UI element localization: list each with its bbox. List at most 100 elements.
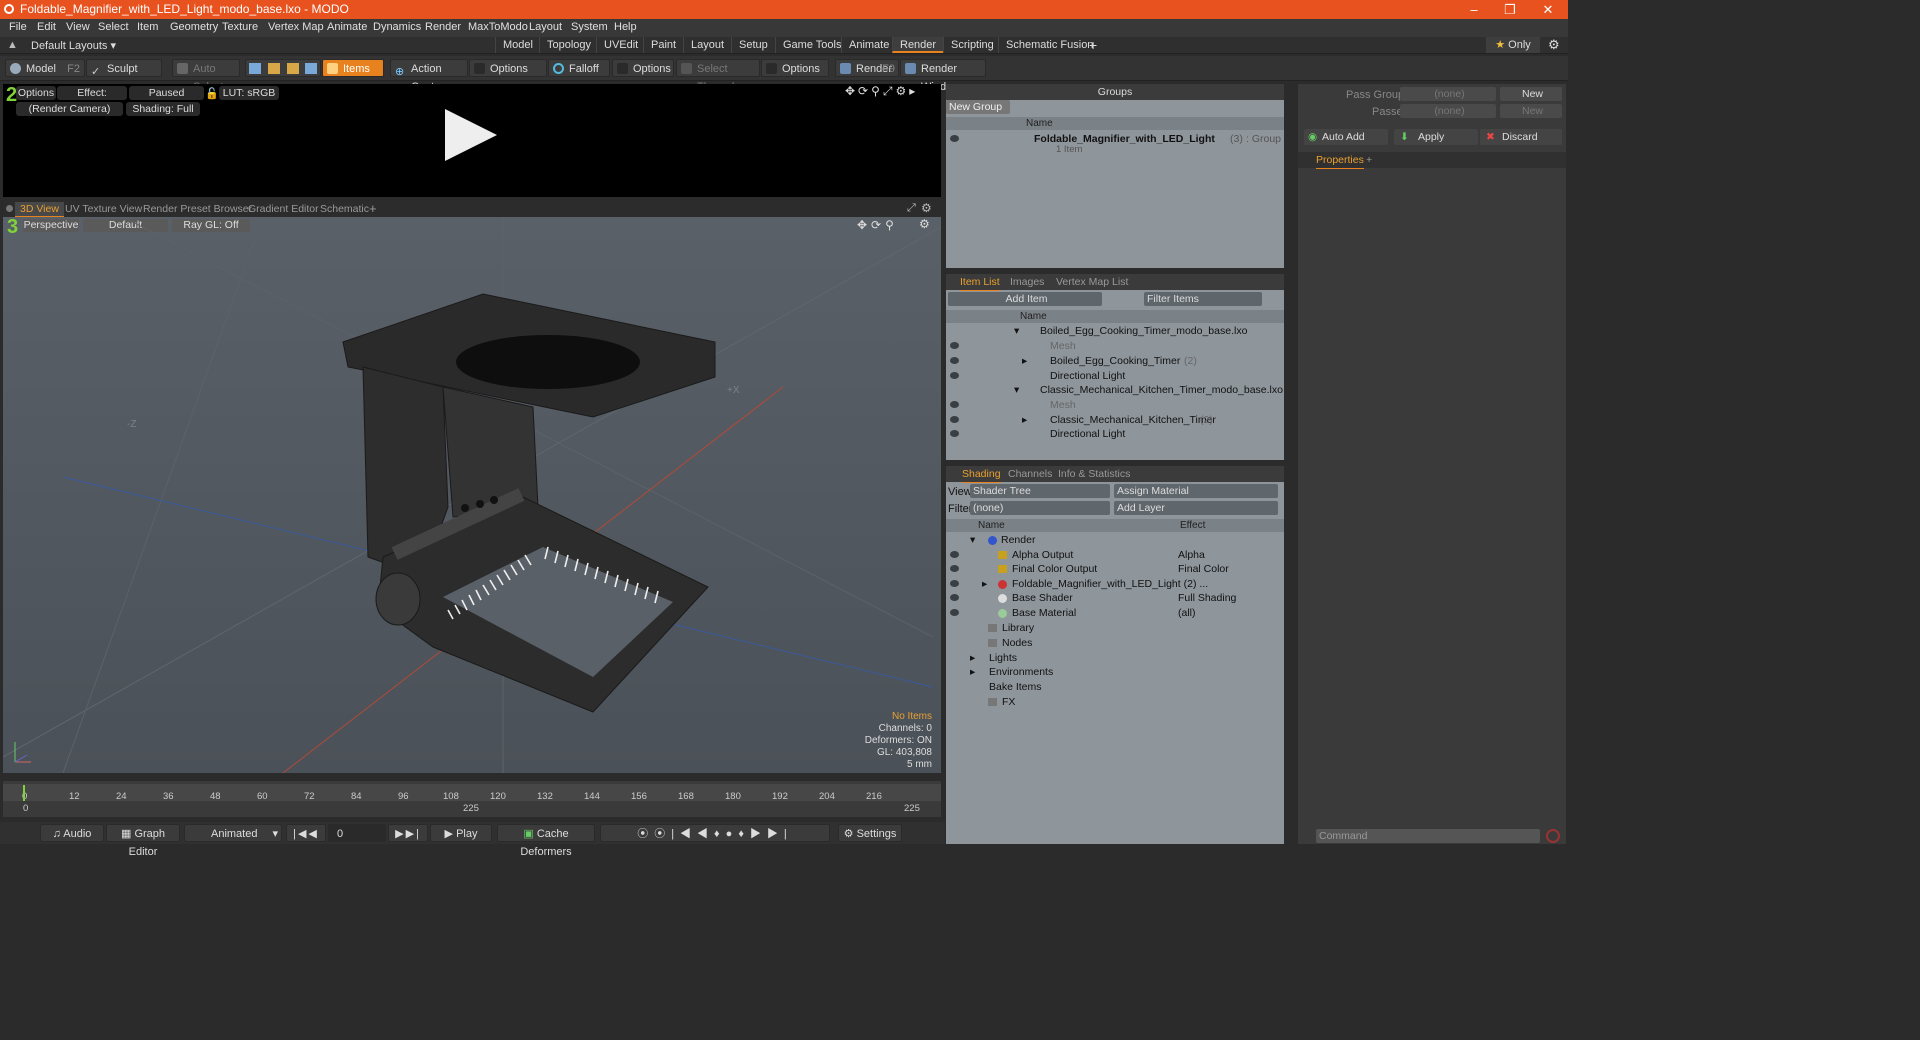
close-icon[interactable]: ✕ <box>1530 0 1566 19</box>
selection-mode-group[interactable] <box>245 59 321 77</box>
select-through-button[interactable]: Select Through <box>676 59 760 93</box>
visibility-eye-icon[interactable] <box>950 135 959 142</box>
new-pass-group-button[interactable]: New <box>1500 87 1562 101</box>
falloff-options-button[interactable]: Options <box>612 59 674 77</box>
sculpt-button[interactable]: ✓ Sculpt <box>86 59 162 78</box>
tab-layout[interactable]: Layout <box>683 37 731 53</box>
command-input[interactable]: Command <box>1316 829 1540 843</box>
add-tab-icon[interactable]: + <box>1089 37 1097 53</box>
menu-vertex-map[interactable]: Vertex Map <box>268 21 324 33</box>
menu-edit[interactable]: Edit <box>37 21 56 33</box>
discard-button[interactable]: ✖ Discard <box>1480 129 1562 145</box>
timeline[interactable]: 0 12 24 36 48 60 72 84 96 108 120 132 14… <box>3 781 941 817</box>
action-center-options-button[interactable]: Options <box>469 59 547 77</box>
tab-setup[interactable]: Setup <box>731 37 775 53</box>
play-icon[interactable] <box>443 107 499 163</box>
menu-geometry[interactable]: Geometry <box>170 21 218 33</box>
effect-dropdown[interactable]: Effect: (Shadi... <box>57 86 127 113</box>
assign-material-button[interactable]: Assign Material <box>1114 484 1278 498</box>
shader-row[interactable]: Alpha Output Alpha <box>946 548 1284 562</box>
audio-button[interactable]: ♫ Audio <box>40 824 104 842</box>
tab-item-list[interactable]: Item List <box>960 274 1000 291</box>
tab-properties[interactable]: Properties <box>1316 152 1364 169</box>
list-item[interactable]: ▸ Boiled_Egg_Cooking_Timer (2) <box>946 354 1284 368</box>
render-window-button[interactable]: Render Window <box>900 59 986 93</box>
tab-channels[interactable]: Channels <box>1008 466 1052 482</box>
filter-dropdown[interactable]: (none) <box>970 501 1110 515</box>
skip-back-buttons[interactable]: |◀◀ <box>286 824 326 842</box>
edge-mode-icon[interactable] <box>268 63 280 74</box>
shader-row[interactable]: Final Color Output Final Color <box>946 562 1284 576</box>
minimize-icon[interactable]: – <box>1456 0 1492 19</box>
menu-dynamics[interactable]: Dynamics <box>373 21 421 33</box>
play-button[interactable]: ▶ Play <box>430 824 492 842</box>
menu-system[interactable]: System <box>571 21 608 33</box>
menu-file[interactable]: File <box>9 21 27 33</box>
camera-dropdown[interactable]: (Render Camera) <box>16 102 123 116</box>
view-dropdown[interactable]: Shader Tree <box>970 484 1110 498</box>
tab-topology[interactable]: Topology <box>539 37 598 53</box>
passes-dropdown[interactable]: (none) <box>1400 104 1496 118</box>
list-item[interactable]: Directional Light <box>946 369 1284 383</box>
group-row[interactable]: Foldable_Magnifier_with_LED_Light (3) : … <box>946 132 1284 156</box>
playhead[interactable] <box>23 785 25 801</box>
list-item[interactable]: ▾ Classic_Mechanical_Kitchen_Timer_modo_b… <box>946 383 1284 397</box>
render-preview[interactable]: 2 Options Effect: (Shadi... Paused 🔓 LUT… <box>3 84 941 197</box>
list-item[interactable]: Mesh <box>946 398 1284 412</box>
tab-info-statistics[interactable]: Info & Statistics <box>1058 466 1130 482</box>
paused-button[interactable]: Paused <box>129 86 204 100</box>
record-icon[interactable] <box>1546 829 1560 843</box>
settings-button[interactable]: ⚙ Settings <box>838 824 902 842</box>
list-item[interactable]: Directional Light <box>946 427 1284 441</box>
lock-icon[interactable]: 🔓 <box>205 87 219 100</box>
tab-3d-view[interactable]: 3D View <box>15 202 64 217</box>
only-toggle[interactable]: ★ Only <box>1486 37 1540 53</box>
vertex-mode-icon[interactable] <box>249 63 261 74</box>
shader-row[interactable]: ▾ Render <box>946 533 1284 547</box>
animated-dropdown[interactable]: Animated ▾ <box>184 824 282 842</box>
shader-row[interactable]: Base Material (all) <box>946 606 1284 620</box>
tab-render[interactable]: Render <box>892 37 944 53</box>
add-tab-icon[interactable]: + <box>369 201 377 216</box>
menu-select[interactable]: Select <box>98 21 129 33</box>
tab-model[interactable]: Model <box>495 37 540 53</box>
shader-row[interactable]: Nodes <box>946 636 1284 650</box>
menu-item[interactable]: Item <box>137 21 158 33</box>
list-item[interactable]: Mesh <box>946 339 1284 353</box>
shader-row[interactable]: ▸ Foldable_Magnifier_with_LED_Light (2) .… <box>946 577 1284 591</box>
frame-input[interactable]: 0 <box>328 824 386 842</box>
add-item-button[interactable]: Add Item <box>948 292 1102 306</box>
new-pass-button[interactable]: New <box>1500 104 1562 118</box>
menu-render[interactable]: Render <box>425 21 461 33</box>
menu-layout[interactable]: Layout <box>529 21 562 33</box>
tab-render-preset-browser[interactable]: Render Preset Browser <box>138 202 257 217</box>
add-tab-icon[interactable]: + <box>1366 152 1372 168</box>
skip-forward-buttons[interactable]: ▶▶| <box>388 824 428 842</box>
tab-scripting[interactable]: Scripting <box>943 37 1001 53</box>
menu-help[interactable]: Help <box>614 21 637 33</box>
shader-row[interactable]: ▸ Environments <box>946 665 1284 679</box>
options-button[interactable]: Options <box>16 86 56 100</box>
falloff-button[interactable]: Falloff <box>548 59 610 77</box>
shader-row[interactable]: Bake Items <box>946 680 1284 694</box>
shader-row[interactable]: Library <box>946 621 1284 635</box>
panel-menu-icon[interactable] <box>6 205 13 212</box>
render-view-controls[interactable]: ✥⟳⚲⤢⚙▸ <box>845 84 918 99</box>
tab-game-tools[interactable]: Game Tools <box>775 37 849 53</box>
list-item[interactable]: ▾ Boiled_Egg_Cooking_Timer_modo_base.lxo <box>946 324 1284 338</box>
tab-gradient-editor[interactable]: Gradient Editor <box>243 202 324 217</box>
tab-images[interactable]: Images <box>1010 274 1044 290</box>
3d-viewport[interactable]: 3 Perspective Default Ray GL: Off ✥⟳⚲ ⚙ <box>3 217 941 773</box>
keyframe-tools[interactable]: ⦿⦿|◀◀♦●♦▶▶| <box>600 824 830 842</box>
filter-items-input[interactable]: Filter Items <box>1144 292 1262 306</box>
auto-select-button[interactable]: Auto Select <box>172 59 240 93</box>
items-mode-button[interactable]: Items <box>322 59 384 77</box>
render-button[interactable]: Render F9 <box>835 59 899 77</box>
tab-uvedit[interactable]: UVEdit <box>596 37 645 53</box>
tab-animate[interactable]: Animate <box>841 37 896 53</box>
select-options-button[interactable]: Options <box>761 59 829 77</box>
auto-add-button[interactable]: ◉ Auto Add <box>1304 129 1388 145</box>
tab-shading[interactable]: Shading <box>962 466 1001 483</box>
lut-dropdown[interactable]: LUT: sRGB <box>219 86 279 100</box>
shader-row[interactable]: Base Shader Full Shading <box>946 591 1284 605</box>
